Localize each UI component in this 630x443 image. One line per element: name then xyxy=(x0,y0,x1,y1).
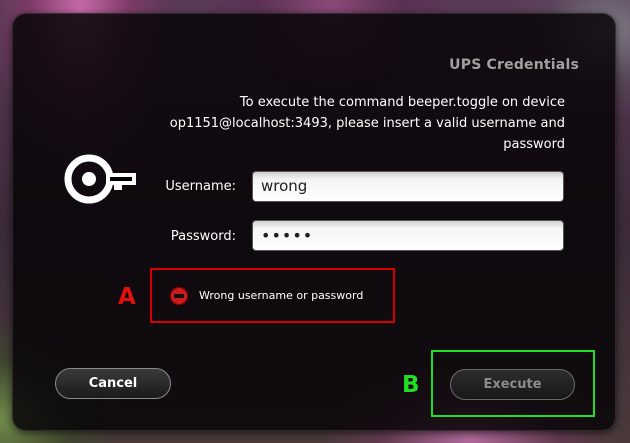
error-icon xyxy=(170,287,188,305)
username-input[interactable]: wrong xyxy=(252,171,564,202)
password-label: Password: xyxy=(170,229,236,244)
username-label: Username: xyxy=(165,179,236,194)
annotation-a-label: A xyxy=(118,284,136,310)
annotation-a-box: Wrong username or password xyxy=(150,268,395,323)
dialog-title: UPS Credentials xyxy=(449,57,579,73)
dialog-message: To execute the command beeper.toggle on … xyxy=(169,95,565,152)
password-input[interactable]: ••••• xyxy=(252,220,564,251)
error-message: Wrong username or password xyxy=(199,289,364,302)
cancel-button[interactable]: Cancel xyxy=(55,368,171,399)
execute-button[interactable]: Execute xyxy=(450,369,575,400)
annotation-b-label: B xyxy=(402,372,420,398)
